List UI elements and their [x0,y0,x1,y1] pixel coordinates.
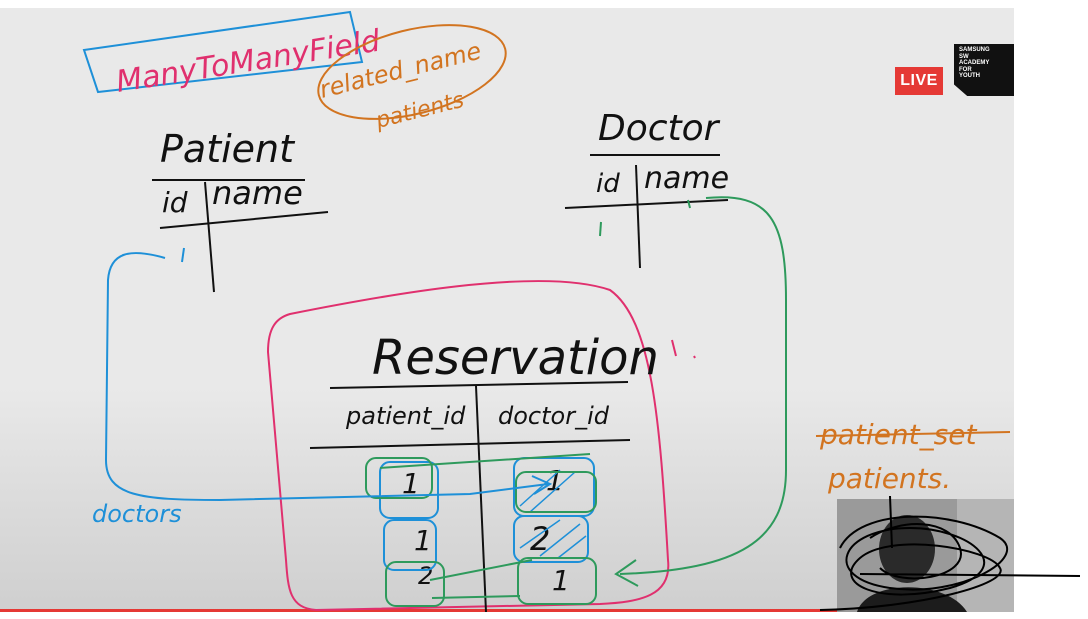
logo-line: ACADEMY [959,60,990,67]
doctor-col1: id [596,169,620,199]
scribble-mark [819,495,1081,611]
related-name-value-text: patients [372,88,466,134]
academy-logo: SAMSUNG SW ACADEMY FOR YOUTH [954,44,1014,96]
doctor-table-name: Doctor [598,108,721,149]
reservation-column-divider [475,385,487,613]
doctor-header-line [564,199,729,209]
doctor-col2: name [644,161,729,196]
logo-line: SAMSUNG [959,47,990,53]
reservation-col1: patient_id [345,402,466,430]
stray-mark [671,339,696,359]
doctor-id-tick [599,221,602,237]
doctor-column-divider [635,164,641,269]
patient-table-name: Patient [160,127,296,171]
res-row2-patient: 1 [414,524,432,557]
green-cell-box-3 [385,561,445,607]
live-badge: LIVE [895,67,943,95]
res-row3-doctor: 1 [552,564,570,597]
reservation-col2: doctor_id [498,402,610,430]
logo-line: SW [959,53,969,60]
doctor-cell-box-2 [513,515,589,563]
doctors-note: doctors [92,500,182,528]
logo-line: YOUTH [959,73,980,80]
reservation-table-name: Reservation [372,330,659,386]
logo-line: FOR [959,66,972,73]
res-row3-patient: 2 [418,562,433,590]
patient-col2: name [212,174,303,212]
patient-col1: id [162,186,188,219]
green-cell-box-1 [365,457,433,499]
patient-id-tick [181,247,185,263]
reservation-header-line [309,439,631,449]
